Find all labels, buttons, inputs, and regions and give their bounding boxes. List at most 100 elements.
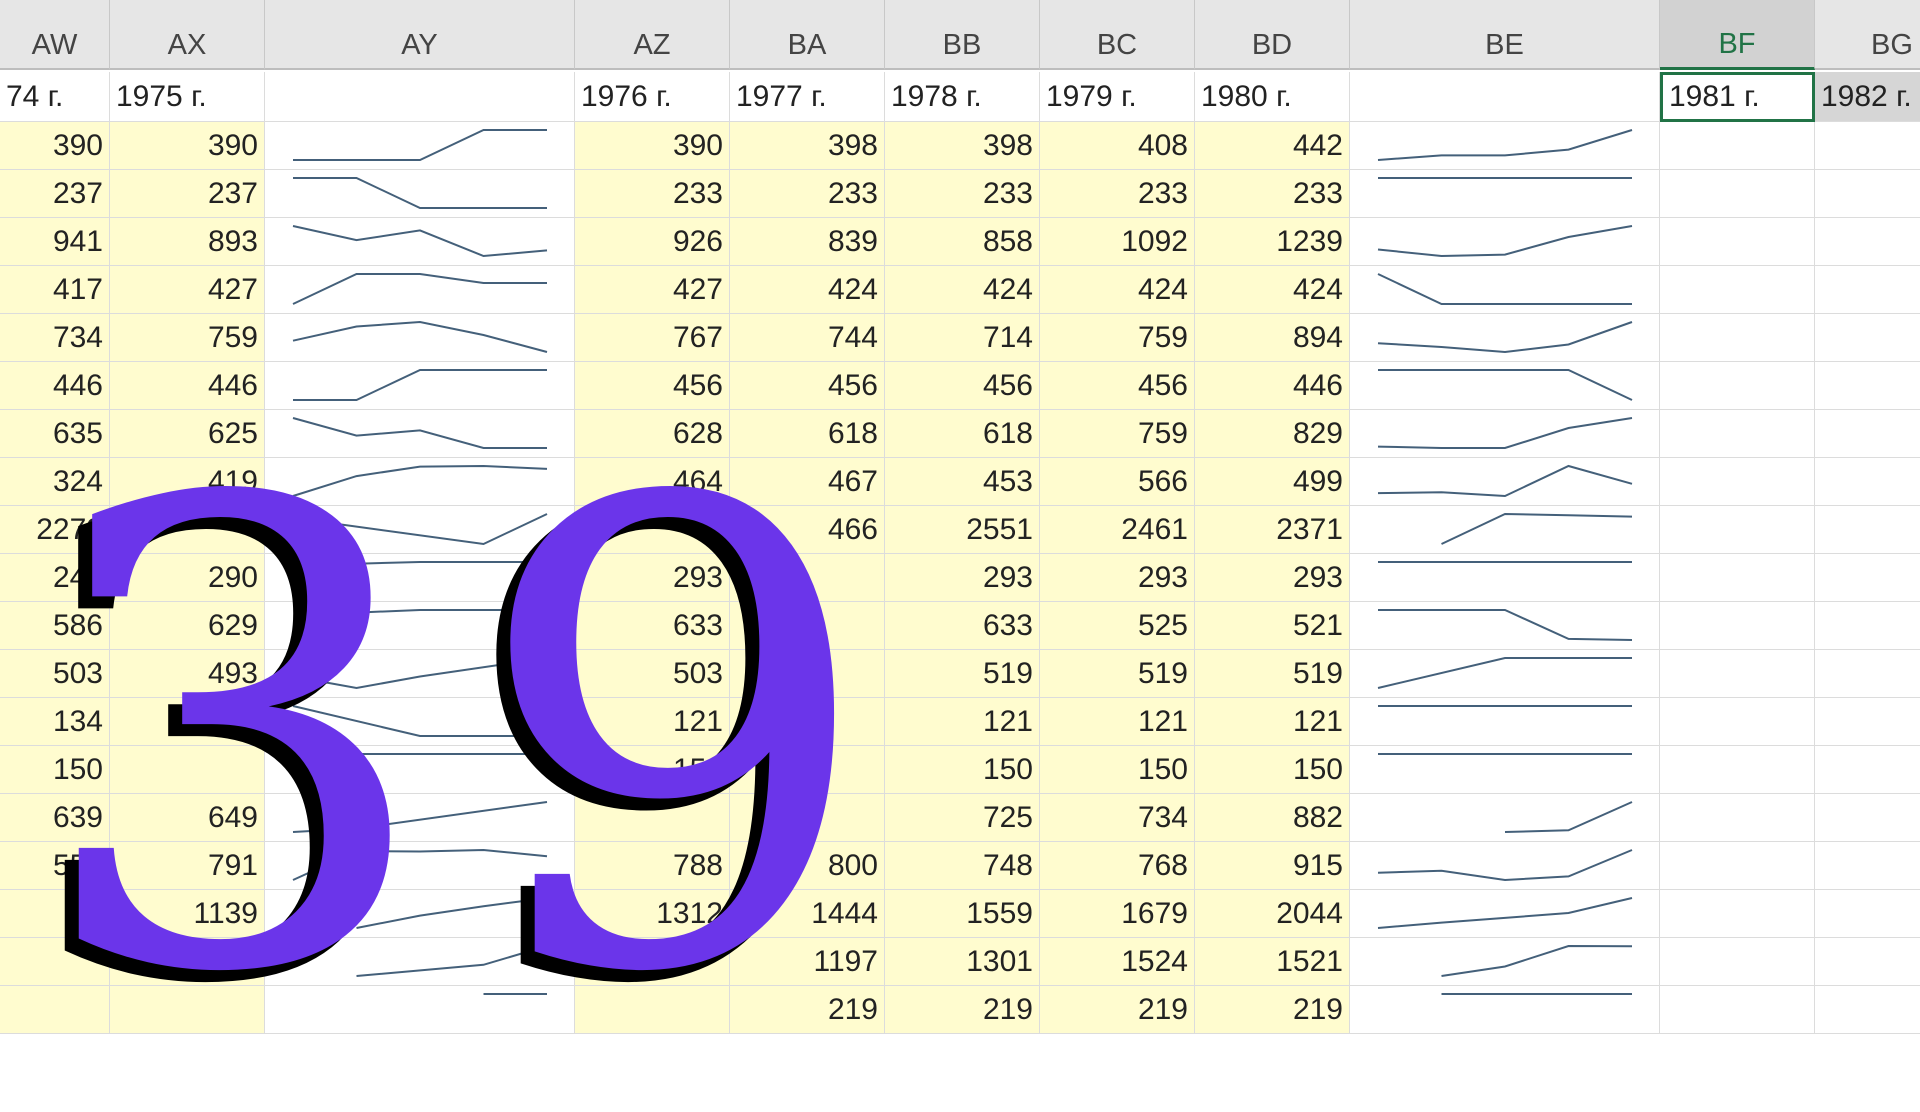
cell-bd-row-8[interactable]: 446 <box>1195 362 1350 410</box>
cell-be-row-8[interactable] <box>1350 362 1660 410</box>
cell-bf-row-11[interactable] <box>1660 506 1815 554</box>
cell-be-row-6[interactable] <box>1350 266 1660 314</box>
cell-ax-row-5[interactable]: 893 <box>110 218 265 266</box>
cell-az-row-15[interactable]: 121 <box>575 698 730 746</box>
cell-be-row-3[interactable] <box>1350 122 1660 170</box>
cell-ba-row-12[interactable] <box>730 554 885 602</box>
cell-ax-row-21[interactable] <box>110 986 265 1034</box>
cell-az-row-3[interactable]: 390 <box>575 122 730 170</box>
cell-bg-row-21[interactable] <box>1815 986 1920 1034</box>
cell-bc-row-14[interactable]: 519 <box>1040 650 1195 698</box>
cell-ax-row-7[interactable]: 759 <box>110 314 265 362</box>
cell-az-row-16[interactable]: 150 <box>575 746 730 794</box>
cell-bg-row-19[interactable] <box>1815 890 1920 938</box>
cell-az-row-20[interactable] <box>575 938 730 986</box>
cell-aw-row-4[interactable]: 237 <box>0 170 110 218</box>
cell-bc-row-10[interactable]: 566 <box>1040 458 1195 506</box>
cell-aw-row-15[interactable]: 134 <box>0 698 110 746</box>
cell-bb-row-3[interactable]: 398 <box>885 122 1040 170</box>
cell-ay-row-5[interactable] <box>265 218 575 266</box>
cell-ay-row-17[interactable] <box>265 794 575 842</box>
cell-az-row-6[interactable]: 427 <box>575 266 730 314</box>
cell-bg-row-4[interactable] <box>1815 170 1920 218</box>
cell-ay-row-9[interactable] <box>265 410 575 458</box>
cell-bg-row-3[interactable] <box>1815 122 1920 170</box>
cell-ax-row-20[interactable]: 1135 <box>110 938 265 986</box>
cell-be-row-20[interactable] <box>1350 938 1660 986</box>
cell-bg-row-7[interactable] <box>1815 314 1920 362</box>
cell-az-row-12[interactable]: 293 <box>575 554 730 602</box>
cell-bf-row-16[interactable] <box>1660 746 1815 794</box>
cell-ay-row-11[interactable] <box>265 506 575 554</box>
year-cell-bd[interactable]: 1980 г. <box>1195 72 1350 122</box>
cell-aw-row-17[interactable]: 639 <box>0 794 110 842</box>
column-header-bb[interactable]: BB <box>885 0 1040 70</box>
cell-bc-row-11[interactable]: 2461 <box>1040 506 1195 554</box>
cell-ay-row-10[interactable] <box>265 458 575 506</box>
cell-ay-row-15[interactable] <box>265 698 575 746</box>
cell-bf-row-4[interactable] <box>1660 170 1815 218</box>
column-header-ba[interactable]: BA <box>730 0 885 70</box>
cell-ax-row-6[interactable]: 427 <box>110 266 265 314</box>
cell-bd-row-16[interactable]: 150 <box>1195 746 1350 794</box>
cell-aw-row-16[interactable]: 150 <box>0 746 110 794</box>
cell-bc-row-9[interactable]: 759 <box>1040 410 1195 458</box>
cell-be-row-18[interactable] <box>1350 842 1660 890</box>
cell-ba-row-5[interactable]: 839 <box>730 218 885 266</box>
cell-ba-row-16[interactable] <box>730 746 885 794</box>
cell-bb-row-12[interactable]: 293 <box>885 554 1040 602</box>
cell-bb-row-6[interactable]: 424 <box>885 266 1040 314</box>
cell-ay-row-8[interactable] <box>265 362 575 410</box>
cell-az-row-7[interactable]: 767 <box>575 314 730 362</box>
cell-ba-row-15[interactable] <box>730 698 885 746</box>
cell-az-row-5[interactable]: 926 <box>575 218 730 266</box>
cell-bf-row-12[interactable] <box>1660 554 1815 602</box>
cell-bd-row-4[interactable]: 233 <box>1195 170 1350 218</box>
cell-ax-row-15[interactable] <box>110 698 265 746</box>
cell-bd-row-10[interactable]: 499 <box>1195 458 1350 506</box>
cell-ba-row-14[interactable] <box>730 650 885 698</box>
cell-aw-row-8[interactable]: 446 <box>0 362 110 410</box>
cell-bd-row-7[interactable]: 894 <box>1195 314 1350 362</box>
cell-be-row-19[interactable] <box>1350 890 1660 938</box>
cell-az-row-4[interactable]: 233 <box>575 170 730 218</box>
cell-ay-row-14[interactable] <box>265 650 575 698</box>
cell-ay-row-21[interactable] <box>265 986 575 1034</box>
cell-ba-row-8[interactable]: 456 <box>730 362 885 410</box>
cell-ba-row-4[interactable]: 233 <box>730 170 885 218</box>
cell-bd-row-20[interactable]: 1521 <box>1195 938 1350 986</box>
cell-bg-row-16[interactable] <box>1815 746 1920 794</box>
cell-bd-row-3[interactable]: 442 <box>1195 122 1350 170</box>
cell-bf-row-20[interactable] <box>1660 938 1815 986</box>
cell-bg-row-18[interactable] <box>1815 842 1920 890</box>
cell-aw-row-7[interactable]: 734 <box>0 314 110 362</box>
cell-bd-row-11[interactable]: 2371 <box>1195 506 1350 554</box>
cell-bg-row-8[interactable] <box>1815 362 1920 410</box>
cell-bb-row-15[interactable]: 121 <box>885 698 1040 746</box>
cell-az-row-11[interactable] <box>575 506 730 554</box>
cell-be-row-12[interactable] <box>1350 554 1660 602</box>
cell-bd-row-6[interactable]: 424 <box>1195 266 1350 314</box>
cell-bd-row-19[interactable]: 2044 <box>1195 890 1350 938</box>
cell-bb-row-21[interactable]: 219 <box>885 986 1040 1034</box>
column-header-ay[interactable]: AY <box>265 0 575 70</box>
cell-bf-row-13[interactable] <box>1660 602 1815 650</box>
cell-az-row-8[interactable]: 456 <box>575 362 730 410</box>
column-header-ax[interactable]: AX <box>110 0 265 70</box>
cell-be-row-21[interactable] <box>1350 986 1660 1034</box>
cell-bg-row-6[interactable] <box>1815 266 1920 314</box>
cell-bd-row-21[interactable]: 219 <box>1195 986 1350 1034</box>
cell-bf-row-6[interactable] <box>1660 266 1815 314</box>
year-cell-ay[interactable] <box>265 72 575 122</box>
cell-aw-row-5[interactable]: 941 <box>0 218 110 266</box>
cell-be-row-11[interactable] <box>1350 506 1660 554</box>
cell-ay-row-19[interactable] <box>265 890 575 938</box>
cell-bf-row-17[interactable] <box>1660 794 1815 842</box>
cell-aw-row-19[interactable] <box>0 890 110 938</box>
year-cell-bc[interactable]: 1979 г. <box>1040 72 1195 122</box>
cell-bd-row-15[interactable]: 121 <box>1195 698 1350 746</box>
cell-bb-row-10[interactable]: 453 <box>885 458 1040 506</box>
year-cell-ba[interactable]: 1977 г. <box>730 72 885 122</box>
cell-ay-row-3[interactable] <box>265 122 575 170</box>
cell-ax-row-14[interactable]: 493 <box>110 650 265 698</box>
